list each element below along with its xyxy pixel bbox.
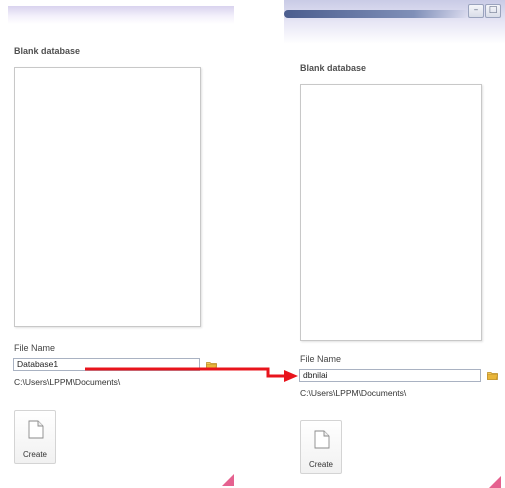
left-panel: Blank database File Name Database1 C:\Us… bbox=[0, 0, 236, 488]
template-preview bbox=[14, 67, 201, 327]
file-name-label: File Name bbox=[14, 343, 56, 353]
ribbon-gradient bbox=[8, 6, 234, 24]
right-panel: – □ Blank database File Name dbnilai C:\… bbox=[284, 0, 505, 488]
file-name-label: File Name bbox=[300, 354, 342, 364]
create-label: Create bbox=[308, 460, 333, 469]
ribbon-gradient: – □ bbox=[284, 0, 505, 44]
folder-icon[interactable] bbox=[487, 371, 498, 380]
blank-document-icon bbox=[314, 430, 330, 449]
section-title: Blank database bbox=[14, 46, 81, 56]
file-name-input[interactable]: dbnilai bbox=[299, 369, 481, 382]
blank-document-icon bbox=[28, 420, 44, 439]
section-title: Blank database bbox=[300, 63, 367, 73]
window-controls: – □ bbox=[468, 4, 501, 18]
template-preview bbox=[300, 84, 482, 341]
create-label: Create bbox=[22, 450, 47, 459]
create-button[interactable]: Create bbox=[14, 410, 56, 464]
accent-corner bbox=[222, 474, 234, 486]
maximize-button[interactable]: □ bbox=[485, 4, 501, 18]
minimize-button[interactable]: – bbox=[468, 4, 484, 18]
title-bar bbox=[284, 10, 469, 18]
save-path: C:\Users\LPPM\Documents\ bbox=[300, 388, 407, 398]
save-path: C:\Users\LPPM\Documents\ bbox=[14, 377, 121, 387]
file-name-input[interactable]: Database1 bbox=[13, 358, 200, 371]
accent-corner bbox=[489, 476, 501, 488]
folder-icon[interactable] bbox=[206, 361, 217, 370]
create-button[interactable]: Create bbox=[300, 420, 342, 474]
